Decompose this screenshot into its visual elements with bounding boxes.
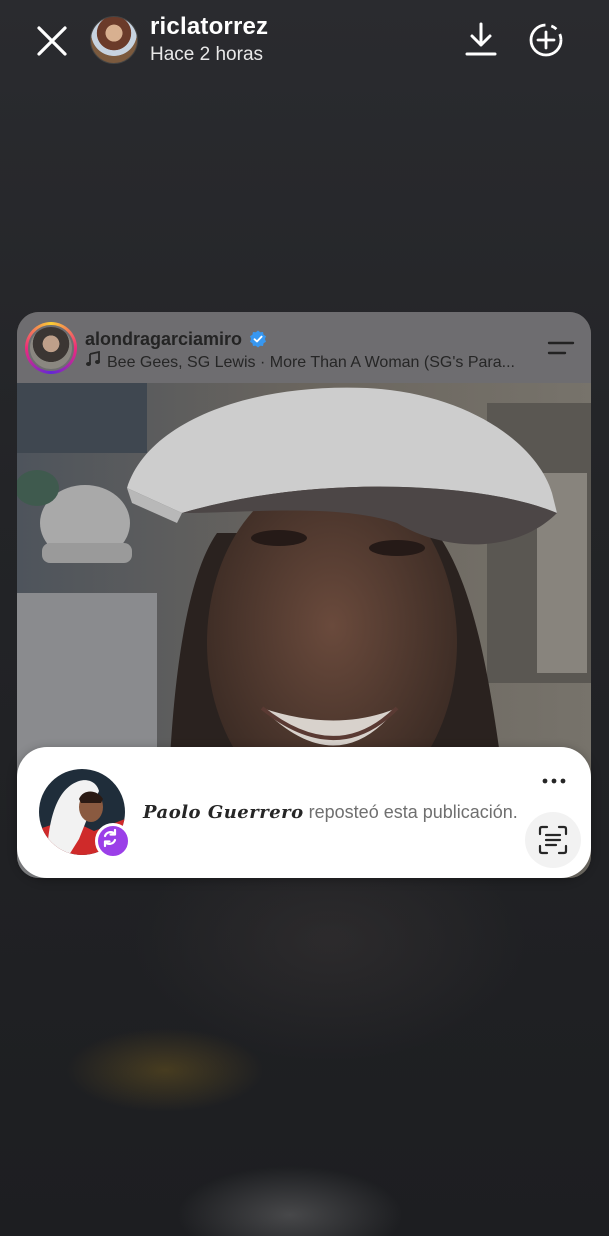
story-author-avatar[interactable] — [90, 16, 138, 64]
story-timestamp: Hace 2 horas — [150, 44, 264, 65]
repost-info-sheet: Paolo Guerrero reposteó esta publicación… — [17, 747, 591, 878]
more-options-icon[interactable] — [541, 771, 567, 791]
download-icon — [465, 22, 497, 56]
close-button[interactable] — [33, 22, 71, 60]
repost-action-text: reposteó esta publicación. — [303, 802, 518, 822]
post-music-label: Bee Gees, SG Lewis · More Than A Woman (… — [107, 354, 515, 371]
menu-icon[interactable] — [547, 338, 575, 358]
verified-badge-icon — [250, 330, 266, 348]
story-author-username[interactable]: riclatorrez — [150, 13, 268, 41]
story-header: riclatorrez Hace 2 horas — [0, 0, 609, 90]
repost-message: Paolo Guerrero reposteó esta publicación… — [143, 802, 518, 823]
music-note-icon — [86, 351, 100, 366]
post-header: alondragarciamiro Bee Gees, SG Lewis · M… — [17, 312, 591, 383]
download-button[interactable] — [463, 20, 499, 58]
post-author-photo — [28, 325, 74, 371]
text-scan-icon — [538, 825, 568, 855]
post-author-avatar[interactable] — [25, 322, 77, 374]
text-scan-button[interactable] — [525, 812, 581, 868]
add-to-story-button[interactable] — [527, 21, 565, 59]
close-icon — [37, 26, 67, 56]
repost-icon — [103, 828, 117, 848]
add-story-icon — [529, 23, 563, 57]
post-author-username[interactable]: alondragarciamiro — [85, 329, 242, 350]
post-music-info[interactable]: Bee Gees, SG Lewis · More Than A Woman (… — [85, 351, 515, 372]
reposter-name[interactable]: Paolo Guerrero — [143, 802, 304, 823]
repost-badge — [95, 823, 131, 859]
